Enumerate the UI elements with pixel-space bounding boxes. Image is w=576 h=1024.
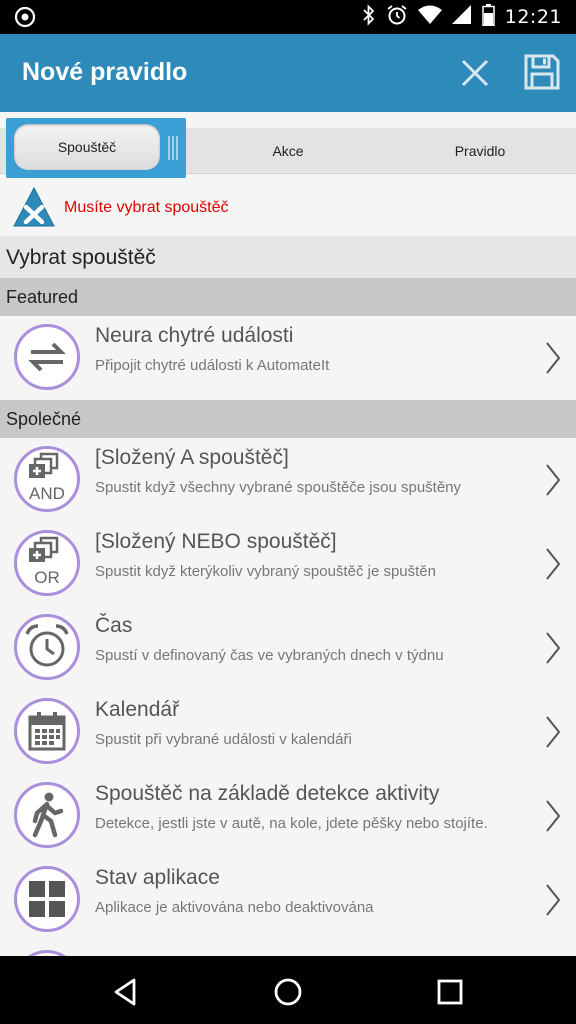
status-bar: 12:21	[0, 0, 576, 34]
close-icon[interactable]	[456, 54, 494, 92]
warning-message: Musíte vybrat spouštěč	[0, 182, 576, 234]
item-subtitle: Aplikace je aktivována nebo deaktivována	[95, 899, 374, 916]
list-item[interactable]: AND [Složený A spouštěč] Spustit když vš…	[0, 438, 576, 522]
arrows-swap-icon	[14, 324, 80, 390]
list-item[interactable]: OR [Složený NEBO spouštěč] Spustit když …	[0, 522, 576, 606]
group-header-common: Společné	[0, 400, 576, 438]
item-title: Spouštěč na základě detekce aktivity	[95, 782, 440, 805]
clock-time: 12:21	[504, 6, 562, 28]
or-icon-text: OR	[34, 568, 60, 587]
tab-grip-handle	[168, 136, 180, 160]
app-grid-icon	[14, 866, 80, 932]
chevron-right-icon	[544, 798, 562, 834]
group-header-featured: Featured	[0, 278, 576, 316]
chevron-right-icon	[544, 546, 562, 582]
battery-icon	[481, 3, 495, 31]
back-icon[interactable]	[108, 974, 144, 1010]
walking-person-icon	[14, 782, 80, 848]
item-title: [Složený A spouštěč]	[95, 446, 289, 469]
calendar-icon	[14, 698, 80, 764]
tab-akce[interactable]: Akce	[192, 128, 384, 174]
warning-text: Musíte vybrat spouštěč	[64, 199, 229, 216]
list-item[interactable]: Spouštěč na základě detekce aktivity Det…	[0, 774, 576, 858]
section-title: Vybrat spouštěč	[0, 236, 576, 278]
item-title: Kalendář	[95, 698, 180, 721]
item-subtitle: Spustit při vybrané události v kalendáři	[95, 731, 352, 748]
or-icon: OR	[14, 530, 80, 596]
screen: 12:21 Nové pravidlo Akce Pravidlo Spoušt…	[0, 0, 576, 1024]
item-subtitle: Spustit když kterýkoliv vybraný spouštěč…	[95, 563, 436, 580]
wifi-icon	[417, 5, 442, 30]
signal-icon	[451, 4, 472, 30]
navigation-bar	[0, 956, 576, 1024]
item-subtitle: Spustit když všechny vybrané spouštěče j…	[95, 479, 462, 496]
error-triangle-icon	[12, 186, 56, 230]
item-title: [Složený NEBO spouštěč]	[95, 530, 337, 553]
alarm-clock-icon	[14, 614, 80, 680]
recent-apps-icon[interactable]	[432, 974, 468, 1010]
list-item[interactable]: Kalendář Spustit při vybrané události v …	[0, 690, 576, 774]
tab-pravidlo[interactable]: Pravidlo	[384, 128, 576, 174]
bluetooth-icon	[362, 3, 376, 31]
and-icon-text: AND	[29, 484, 65, 503]
page-title: Nové pravidlo	[22, 58, 188, 86]
list-item[interactable]: Stav aplikace Aplikace je aktivována neb…	[0, 858, 576, 942]
tab-spoustec[interactable]: Spouštěč	[14, 124, 160, 170]
chevron-right-icon	[544, 882, 562, 918]
save-icon[interactable]	[522, 52, 562, 92]
item-subtitle: Detekce, jestli jste v autě, na kole, jd…	[95, 815, 488, 832]
list-item-partial[interactable]	[0, 942, 576, 956]
chevron-right-icon	[544, 340, 562, 376]
and-icon: AND	[14, 446, 80, 512]
alarm-icon	[386, 4, 408, 31]
item-subtitle: Spustí v definovaný čas ve vybraných dne…	[95, 647, 444, 664]
notification-icon	[14, 6, 36, 33]
home-icon[interactable]	[270, 974, 306, 1010]
list-item[interactable]: Neura chytré události Připojit chytré ud…	[0, 316, 576, 400]
item-title: Stav aplikace	[95, 866, 220, 889]
chevron-right-icon	[544, 714, 562, 750]
item-subtitle: Připojit chytré události k AutomateIt	[95, 357, 330, 374]
chevron-right-icon	[544, 630, 562, 666]
item-title: Neura chytré události	[95, 324, 294, 347]
list-item[interactable]: Čas Spustí v definovaný čas ve vybraných…	[0, 606, 576, 690]
chevron-right-icon	[544, 462, 562, 498]
item-title: Čas	[95, 614, 133, 637]
app-bar: Nové pravidlo	[0, 34, 576, 112]
